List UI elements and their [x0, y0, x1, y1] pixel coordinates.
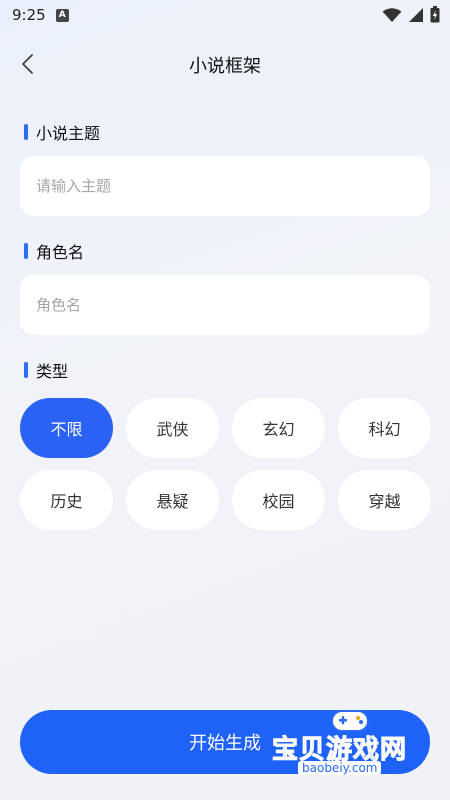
page-title: 小说框架 — [189, 56, 261, 77]
theme-section-label: 小说主题 — [24, 120, 100, 144]
genre-chip-wuxia[interactable]: 武侠 — [126, 398, 219, 458]
genre-chip-fantasy[interactable]: 玄幻 — [232, 398, 325, 458]
role-section-label: 角色名 — [24, 239, 84, 263]
nav-bar: 小说框架 — [0, 36, 450, 92]
role-input[interactable] — [36, 296, 414, 314]
notification-a-icon: A — [55, 8, 69, 22]
genre-section-label: 类型 — [24, 358, 68, 382]
status-icons — [382, 6, 440, 23]
genre-chip-campus[interactable]: 校园 — [232, 470, 325, 530]
genre-chip-suspense[interactable]: 悬疑 — [126, 470, 219, 530]
genre-chip-history[interactable]: 历史 — [20, 470, 113, 530]
battery-icon — [430, 6, 440, 23]
role-label: 角色名 — [36, 243, 85, 262]
section-marker — [24, 362, 28, 378]
section-marker — [24, 243, 28, 259]
theme-input-box[interactable] — [20, 156, 430, 216]
signal-icon — [409, 7, 423, 22]
genre-chip-unlimited[interactable]: 不限 — [20, 398, 113, 458]
section-marker — [24, 124, 28, 140]
status-time: 9:25 — [12, 6, 46, 24]
watermark-logo: 宝贝游戏网 baobeiy.com — [271, 707, 424, 783]
role-input-box[interactable] — [20, 275, 430, 335]
theme-label: 小说主题 — [36, 124, 101, 143]
genre-chip-scifi[interactable]: 科幻 — [338, 398, 431, 458]
wifi-icon — [382, 7, 402, 22]
genre-label: 类型 — [36, 362, 69, 381]
status-bar: 9:25 A — [0, 0, 450, 30]
genre-chip-time-travel[interactable]: 穿越 — [338, 470, 431, 530]
theme-input[interactable] — [36, 177, 414, 195]
genre-chip-group: 不限 武侠 玄幻 科幻 历史 悬疑 校园 穿越 — [20, 398, 431, 530]
watermark-url: baobeiy.com — [298, 761, 382, 775]
